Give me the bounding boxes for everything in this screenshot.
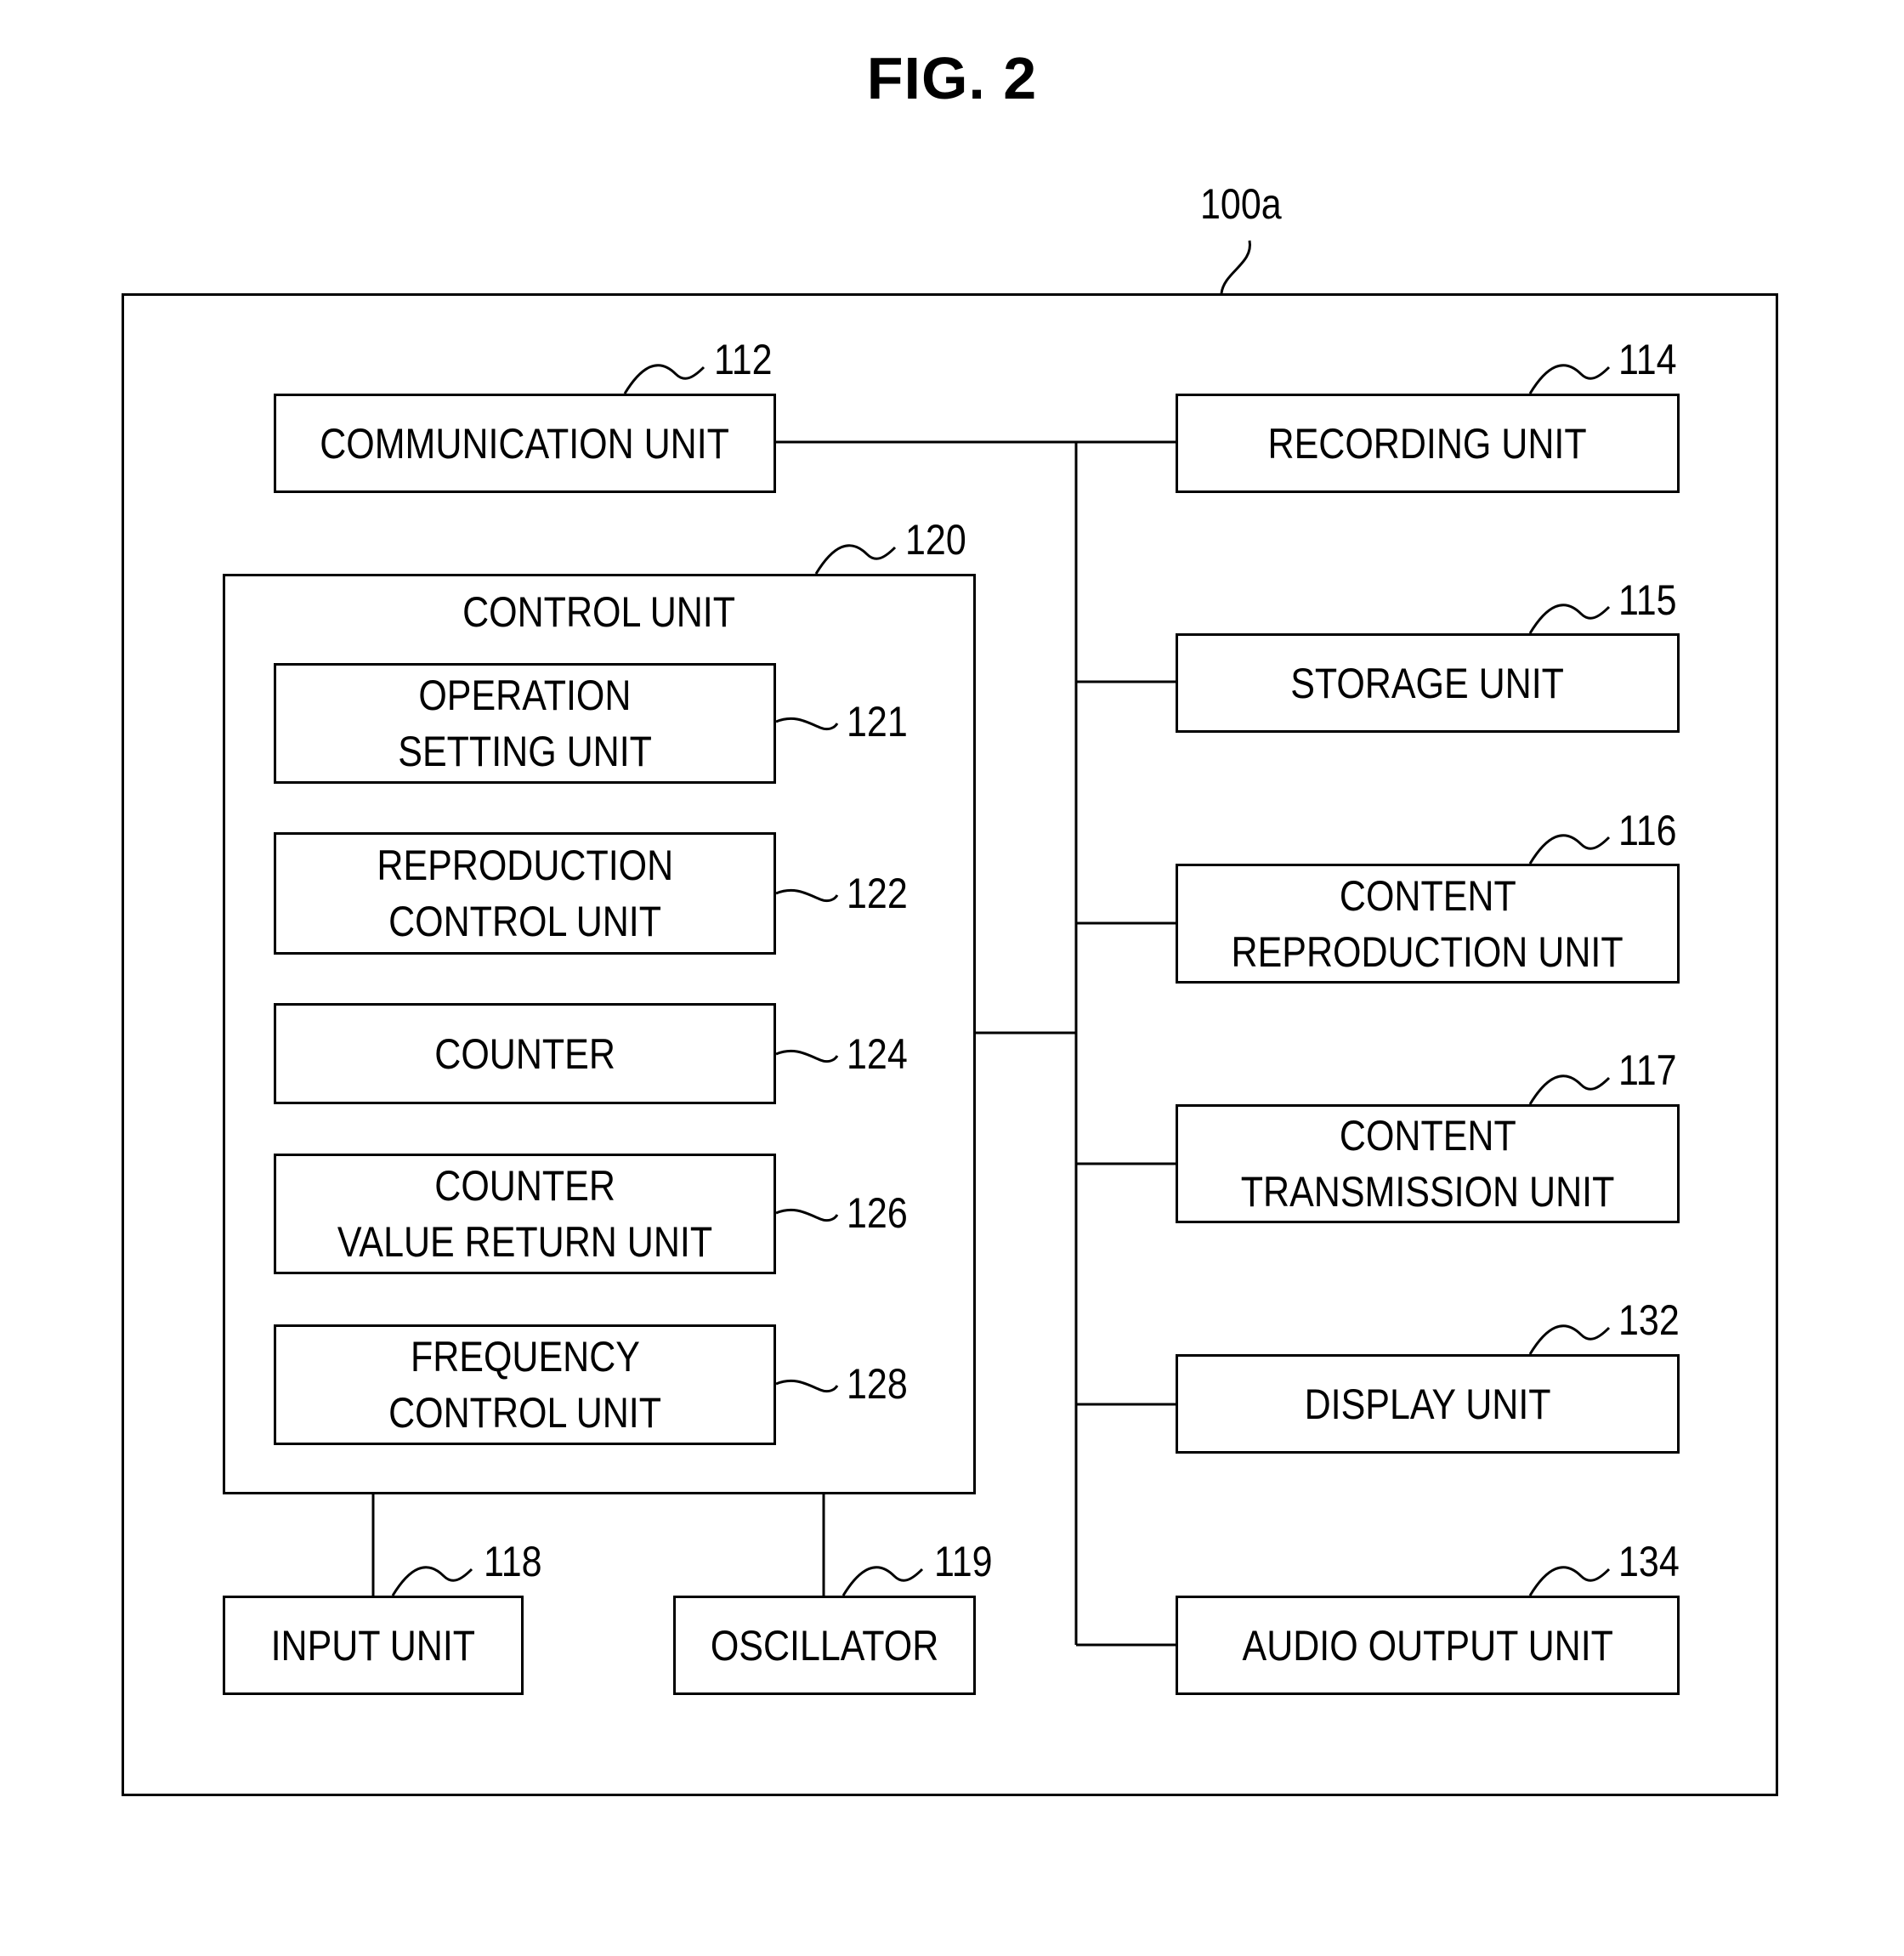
counter-value-return-unit-box: COUNTER VALUE RETURN UNIT <box>274 1154 776 1274</box>
storage-unit-ref: 115 <box>1618 576 1677 624</box>
recording-unit-box: RECORDING UNIT <box>1176 394 1680 493</box>
oscillator-ref: 119 <box>934 1538 993 1585</box>
operation-setting-unit-box: OPERATION SETTING UNIT <box>274 663 776 784</box>
recording-unit-label: RECORDING UNIT <box>1267 419 1588 468</box>
reproduction-control-unit-label-line1: REPRODUCTION <box>377 842 673 889</box>
counter-value-return-unit-label-line1: COUNTER <box>434 1162 615 1210</box>
display-unit-label: DISPLAY UNIT <box>1304 1380 1551 1428</box>
content-transmission-unit-label-line2: TRANSMISSION UNIT <box>1240 1168 1615 1216</box>
audio-output-unit-box: AUDIO OUTPUT UNIT <box>1176 1596 1680 1695</box>
input-unit-label: INPUT UNIT <box>270 1621 476 1670</box>
control-unit-title: CONTROL UNIT <box>462 588 736 636</box>
counter-box: COUNTER <box>274 1003 776 1104</box>
storage-unit-label: STORAGE UNIT <box>1290 659 1565 707</box>
oscillator-label: OSCILLATOR <box>710 1621 939 1670</box>
reproduction-control-unit-box: REPRODUCTION CONTROL UNIT <box>274 832 776 955</box>
display-unit-ref: 132 <box>1618 1296 1680 1344</box>
frequency-control-unit-box: FREQUENCY CONTROL UNIT <box>274 1324 776 1445</box>
communication-unit-box: COMMUNICATION UNIT <box>274 394 776 493</box>
operation-setting-unit-label-line1: OPERATION <box>418 672 632 719</box>
operation-setting-unit-label-line2: SETTING UNIT <box>398 728 652 775</box>
reproduction-control-unit-ref: 122 <box>847 870 908 917</box>
reproduction-control-unit-label-line2: CONTROL UNIT <box>388 898 661 945</box>
device-ref-label: 100a <box>1200 180 1282 228</box>
figure-title: FIG. 2 <box>866 45 1038 111</box>
frequency-control-unit-label-line1: FREQUENCY <box>410 1333 640 1381</box>
content-transmission-unit-ref: 117 <box>1618 1046 1677 1094</box>
communication-unit-label: COMMUNICATION UNIT <box>320 419 730 468</box>
display-unit-box: DISPLAY UNIT <box>1176 1354 1680 1454</box>
counter-ref: 124 <box>847 1030 908 1078</box>
input-unit-ref: 118 <box>484 1538 542 1585</box>
operation-setting-unit-ref: 121 <box>847 698 908 746</box>
content-reproduction-unit-label-line2: REPRODUCTION UNIT <box>1231 927 1624 976</box>
recording-unit-ref: 114 <box>1618 336 1677 383</box>
control-unit-ref: 120 <box>905 516 966 564</box>
storage-unit-box: STORAGE UNIT <box>1176 633 1680 733</box>
oscillator-box: OSCILLATOR <box>673 1596 976 1695</box>
counter-value-return-unit-label-line2: VALUE RETURN UNIT <box>337 1218 713 1266</box>
audio-output-unit-label: AUDIO OUTPUT UNIT <box>1242 1621 1613 1670</box>
content-transmission-unit-label-line1: CONTENT <box>1339 1112 1516 1159</box>
control-unit-title-wrap: CONTROL UNIT <box>223 587 976 638</box>
content-reproduction-unit-ref: 116 <box>1618 807 1677 854</box>
frequency-control-unit-ref: 128 <box>847 1360 908 1408</box>
input-unit-box: INPUT UNIT <box>223 1596 524 1695</box>
content-reproduction-unit-label-line1: CONTENT <box>1339 871 1516 920</box>
content-transmission-unit-box: CONTENT TRANSMISSION UNIT <box>1176 1104 1680 1223</box>
communication-unit-ref: 112 <box>714 336 773 383</box>
frequency-control-unit-label-line2: CONTROL UNIT <box>388 1389 661 1437</box>
content-reproduction-unit-box: CONTENT REPRODUCTION UNIT <box>1176 864 1680 984</box>
leader-100a <box>1220 240 1251 294</box>
counter-label: COUNTER <box>434 1029 615 1078</box>
counter-value-return-unit-ref: 126 <box>847 1189 908 1237</box>
audio-output-unit-ref: 134 <box>1618 1538 1680 1585</box>
